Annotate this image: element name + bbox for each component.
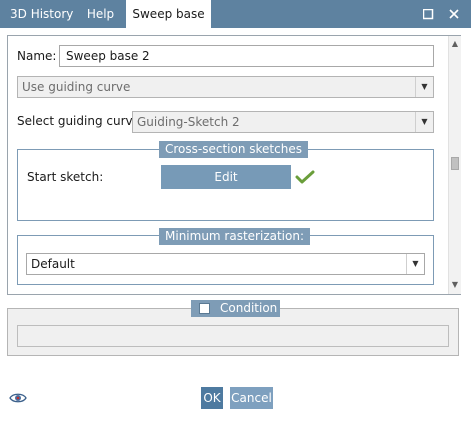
chevron-down-icon: ▼ <box>415 77 433 97</box>
condition-header[interactable]: Condition <box>191 300 280 317</box>
restore-icon <box>422 8 433 20</box>
guiding-curve-select[interactable]: Guiding-Sketch 2 ▼ <box>132 111 434 133</box>
start-sketch-label: Start sketch: <box>27 170 104 184</box>
scroll-thumb[interactable] <box>451 157 459 170</box>
rasterization-select-value: Default <box>31 257 75 271</box>
checkmark-icon <box>295 170 315 184</box>
tab-3d-history[interactable]: 3D History <box>0 0 76 28</box>
scroll-down-icon[interactable]: ▼ <box>449 279 461 291</box>
close-button[interactable] <box>442 0 466 28</box>
properties-panel: Name: Sweep base 2 Use guiding curve ▼ S… <box>7 35 461 295</box>
cancel-button[interactable]: Cancel <box>230 387 273 409</box>
scroll-up-icon[interactable]: ▲ <box>449 38 461 50</box>
tab-help[interactable]: Help <box>76 0 125 28</box>
edit-button[interactable]: Edit <box>161 165 291 189</box>
mode-select[interactable]: Use guiding curve ▼ <box>17 76 434 98</box>
rasterization-select[interactable]: Default ▼ <box>26 253 425 275</box>
rasterization-title: Minimum rasterization: <box>159 228 311 245</box>
chevron-down-icon: ▼ <box>415 112 433 132</box>
name-field[interactable]: Sweep base 2 <box>59 45 434 67</box>
close-icon <box>449 9 459 19</box>
ok-button[interactable]: OK <box>201 387 223 409</box>
vertical-scrollbar[interactable]: ▲ ▼ <box>448 36 461 294</box>
guiding-curve-label: Select guiding curve: <box>17 114 145 128</box>
title-bar: 3D History Help Sweep base <box>0 0 471 28</box>
name-label: Name: <box>17 49 57 63</box>
cross-section-title: Cross-section sketches <box>159 141 308 158</box>
eye-icon[interactable] <box>9 389 27 407</box>
condition-label: Condition <box>220 301 278 315</box>
condition-field <box>17 325 449 347</box>
tab-sweep-base[interactable]: Sweep base <box>126 0 211 28</box>
mode-select-value: Use guiding curve <box>22 80 131 94</box>
chevron-down-icon: ▼ <box>406 254 424 274</box>
guiding-curve-value: Guiding-Sketch 2 <box>137 115 240 129</box>
condition-checkbox[interactable] <box>199 303 210 314</box>
restore-button[interactable] <box>416 0 440 28</box>
